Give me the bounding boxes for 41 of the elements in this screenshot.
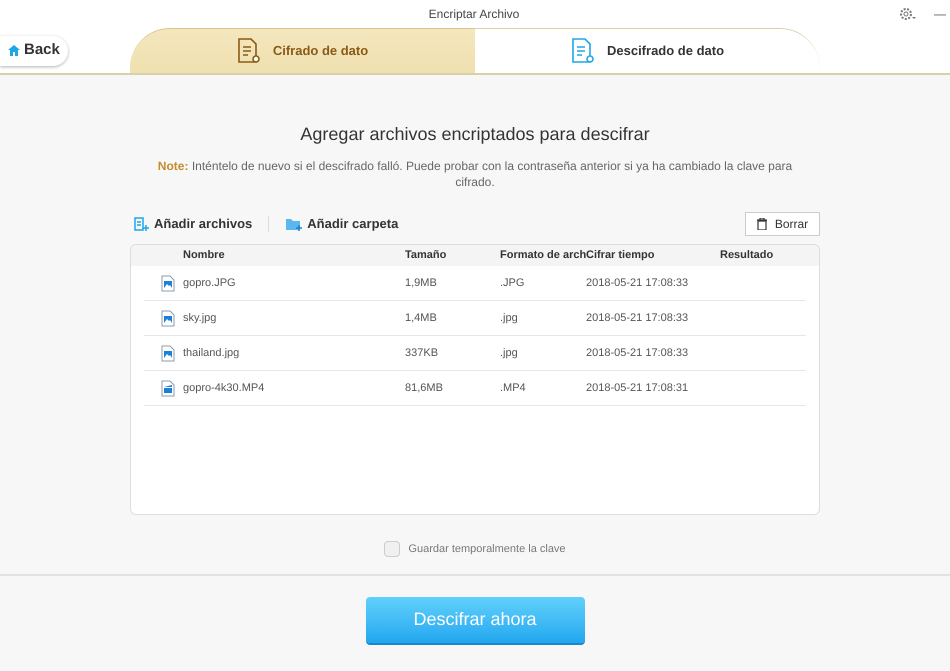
- table-cell-text: sky.jpg: [183, 310, 218, 326]
- column-header: Cifrar tiempo: [586, 248, 656, 264]
- note-text: Note: Inténtelo de nuevo si el descifrado falló. Puede probar con la contraseña anterior si ya ha cambiado la clave para cifrado.: [156, 158, 794, 190]
- column-header: Tamaño: [405, 248, 448, 264]
- minimize-button[interactable]: —: [934, 5, 946, 23]
- table-cell-text: 2018-05-21 17:08:33: [586, 346, 690, 361]
- add-files-button[interactable]: Añadir archivos: [130, 214, 256, 234]
- table-cell-text: 1,4MB: [405, 310, 438, 326]
- checkbox[interactable]: [384, 541, 400, 558]
- table-cell-text: 2018-05-21 17:08:33: [586, 276, 690, 291]
- trash-icon: [756, 218, 767, 230]
- table-cell-text: .jpg: [500, 346, 519, 361]
- video-file-icon: [161, 380, 175, 396]
- delete-button[interactable]: Borrar: [745, 212, 820, 236]
- add-file-icon: [134, 217, 150, 231]
- table-cell-text: .JPG: [500, 276, 526, 291]
- page-heading: Agregar archivos encriptados para descifrar: [300, 123, 650, 146]
- image-file-icon: [161, 310, 175, 326]
- column-header: Resultado: [720, 248, 774, 264]
- table-cell-text: gopro-4k30.MP4: [183, 380, 266, 396]
- window-title: Encriptar Archivo: [428, 6, 520, 23]
- column-header: Formato de arch: [500, 248, 586, 264]
- back-button[interactable]: Back: [0, 36, 68, 66]
- table-cell-text: .MP4: [500, 380, 527, 396]
- column-header: Nombre: [183, 248, 226, 264]
- home-icon: [8, 45, 20, 56]
- checkbox-label: Guardar temporalmente la clave: [408, 542, 566, 557]
- table-cell-text: 337KB: [405, 346, 440, 361]
- table-cell-text: 2018-05-21 17:08:33: [586, 310, 690, 326]
- add-folder-icon: [285, 217, 304, 231]
- table-cell-text: 81,6MB: [405, 380, 444, 396]
- image-file-icon: [161, 274, 175, 292]
- table-cell-text: gopro.JPG: [183, 276, 237, 291]
- add-folder-button[interactable]: Añadir carpeta: [281, 214, 402, 234]
- table-cell-text: .jpg: [500, 310, 519, 326]
- image-file-icon: [161, 344, 175, 362]
- table-cell-text: 1,9MB: [405, 276, 438, 291]
- tab[interactable]: Cifrado de dato: [130, 28, 475, 73]
- table-cell-text: thailand.jpg: [183, 346, 240, 361]
- settings-icon[interactable]: [898, 6, 916, 22]
- table-cell-text: 2018-05-21 17:08:31: [586, 380, 690, 396]
